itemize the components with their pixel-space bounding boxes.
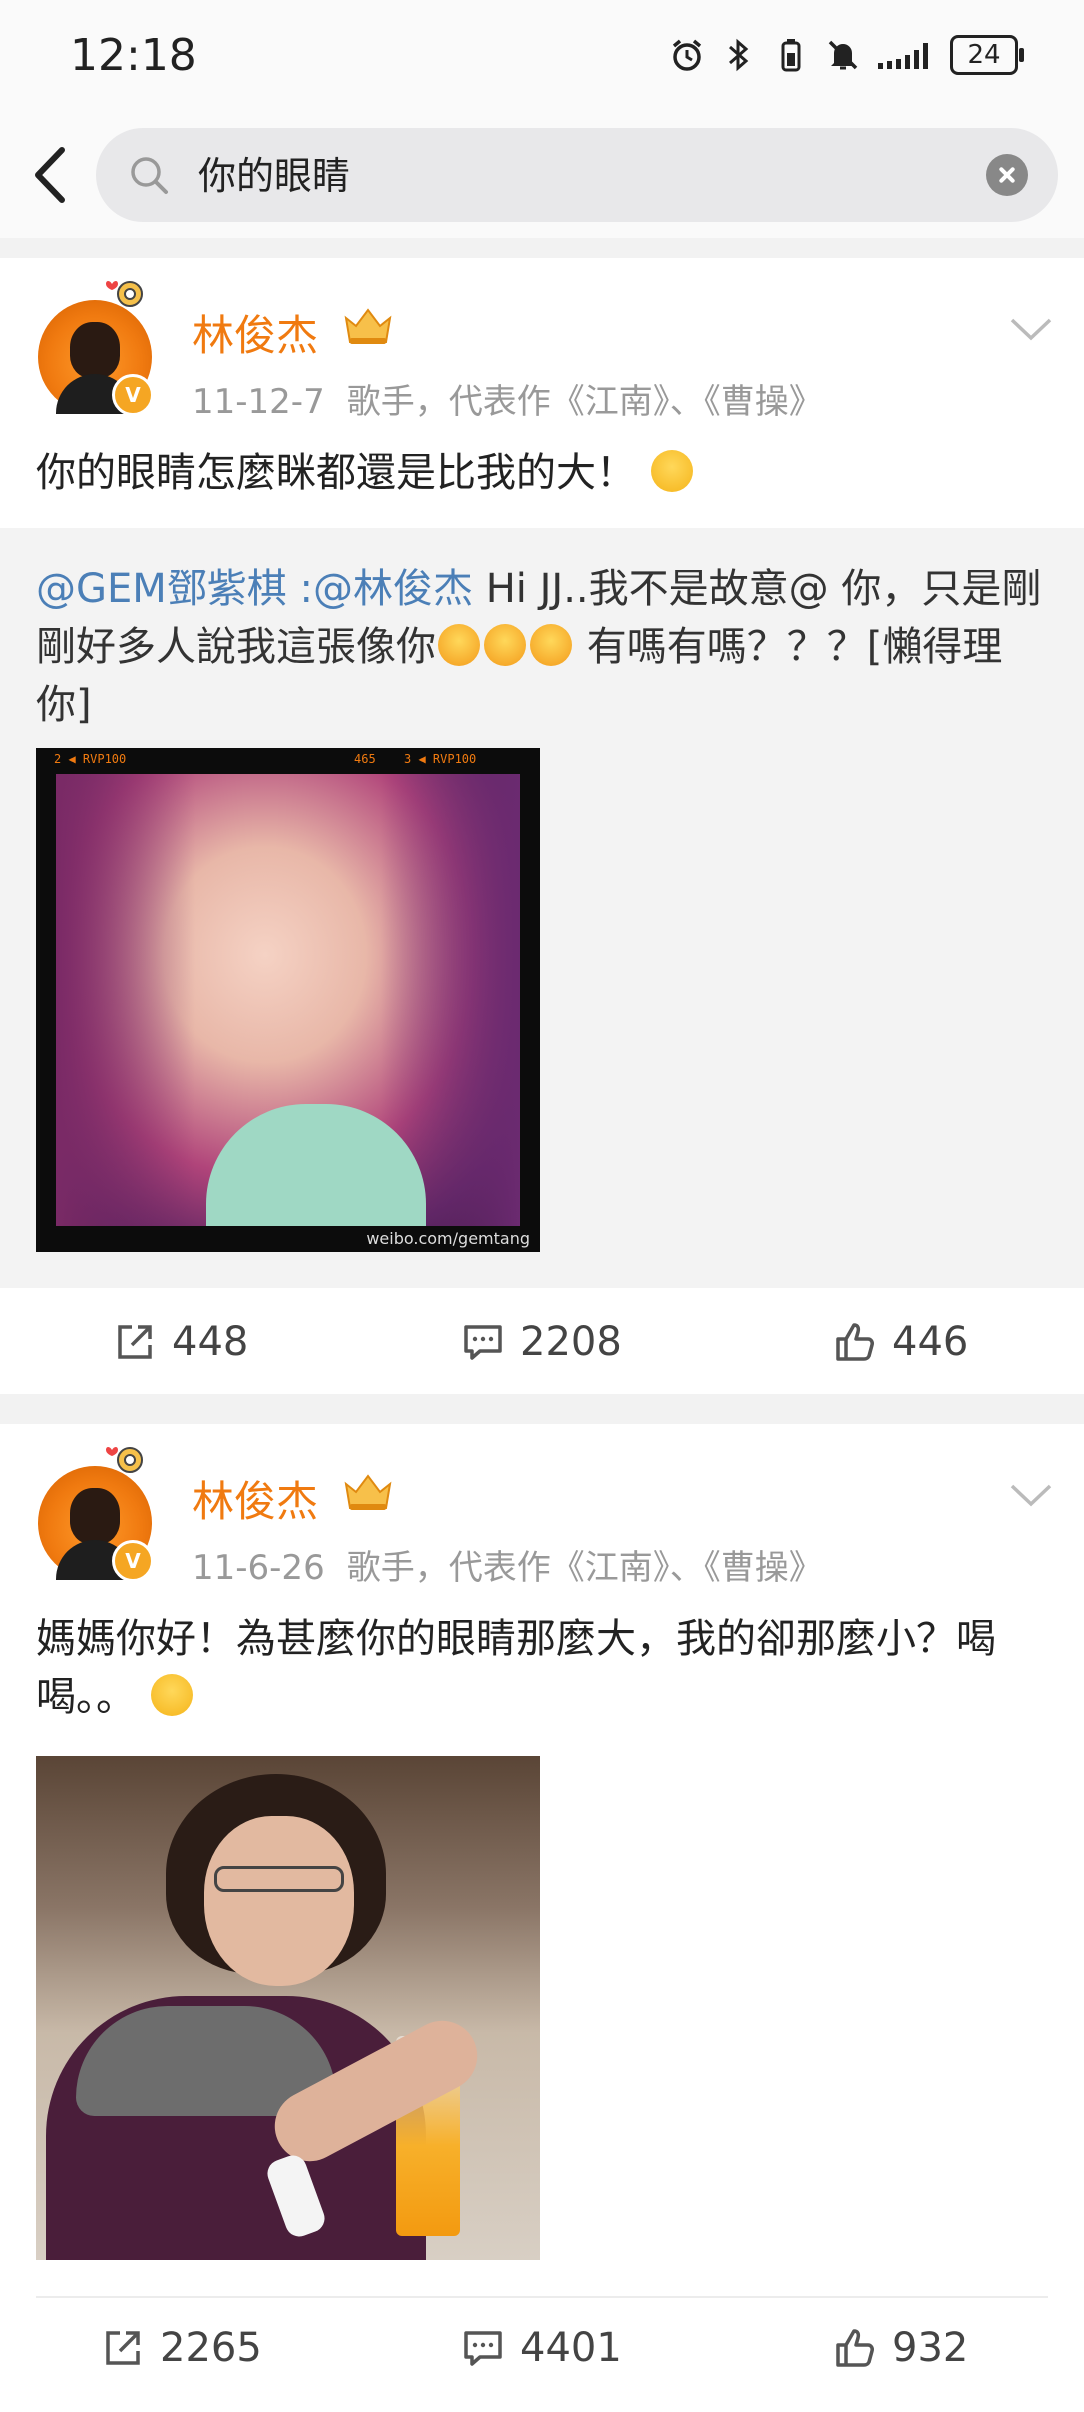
verified-badge-icon: V (112, 374, 154, 416)
search-box[interactable] (96, 128, 1058, 222)
vip-crown-icon (344, 308, 392, 344)
like-count: 446 (892, 1319, 969, 1365)
mute-icon (824, 36, 862, 74)
avatar[interactable]: V (38, 281, 154, 416)
like-count: 932 (892, 2325, 969, 2371)
repost-count: 448 (172, 1319, 249, 1365)
avatar-decoration-icon (106, 1447, 143, 1473)
post-text: 你的眼睛怎麼眯都還是比我的大！ (36, 444, 1046, 502)
comment-count: 2208 (520, 1319, 622, 1365)
post-text: 媽媽你好！為甚麼你的眼睛那麼大，我的卻那麼小？喝喝。。 (36, 1610, 996, 1726)
repost-button[interactable]: 448 (112, 1292, 248, 1392)
author-bio: 歌手，代表作《江南》、《曹操》 (346, 382, 823, 422)
photo-watermark: weibo.com/gemtang (366, 1229, 530, 1248)
back-arrow-icon[interactable] (22, 140, 92, 210)
post-text-content: 你的眼睛怎麼眯都還是比我的大！ (36, 450, 636, 496)
repost-button[interactable]: 2265 (100, 2298, 262, 2398)
sweat-emoji (150, 1674, 193, 1716)
repost-icon (106, 2331, 140, 2365)
alarm-icon (668, 36, 706, 74)
thumbs-up-icon (836, 2329, 874, 2367)
like-button[interactable]: 932 (832, 2298, 968, 2398)
laugh-emoji (530, 624, 572, 666)
search-icon (128, 154, 170, 196)
repost-text: @GEM鄧紫棋 :@林俊杰 Hi JJ..我不是故意@ 你，只是剛剛好多人說我這… (36, 566, 1042, 728)
post-date: 11-12-7 (192, 382, 325, 422)
post-card[interactable]: V 林俊杰 11-6-26 歌手，代表作《江南》、《曹操》 媽媽你好！為甚麼你的眼… (0, 1424, 1084, 2412)
avatar-decoration-icon (106, 281, 143, 307)
avatar[interactable]: V (38, 1447, 154, 1582)
post-meta: 11-6-26 歌手，代表作《江南》、《曹操》 (192, 1540, 823, 1589)
post-photo[interactable] (36, 1756, 540, 2260)
status-time: 12:18 (70, 30, 197, 81)
search-bar (0, 112, 1084, 238)
repost-icon (118, 1325, 152, 1359)
comment-icon (464, 1325, 502, 1360)
chevron-down-icon[interactable] (1008, 314, 1054, 344)
mention-link[interactable]: @林俊杰 (313, 566, 473, 612)
post-actions: 448 2208 446 (0, 1292, 1084, 1392)
repost-count: 2265 (160, 2325, 262, 2371)
laugh-emoji (484, 624, 526, 666)
verified-badge-icon: V (112, 1540, 154, 1582)
status-icons: 24 (668, 32, 1024, 78)
comment-button[interactable]: 4401 (460, 2298, 622, 2398)
search-input[interactable] (196, 146, 960, 206)
post-photo[interactable]: 2 ◀ RVP100 465 3 ◀ RVP100 weibo.com/gemt… (36, 748, 540, 1252)
bluetooth-icon (720, 36, 758, 74)
like-button[interactable]: 446 (832, 1292, 968, 1392)
signal-icon (876, 36, 936, 74)
comment-button[interactable]: 2208 (460, 1292, 622, 1392)
vip-crown-icon (344, 1474, 392, 1510)
post-author[interactable]: 林俊杰 (192, 302, 318, 363)
chevron-down-icon[interactable] (1008, 1480, 1054, 1510)
thumbs-up-icon (836, 1323, 874, 1361)
grin-emoji (650, 450, 693, 492)
post-meta: 11-12-7 歌手，代表作《江南》、《曹操》 (192, 374, 823, 423)
post-author[interactable]: 林俊杰 (192, 1468, 318, 1529)
battery-icon: 24 (950, 35, 1024, 75)
post-date: 11-6-26 (192, 1548, 325, 1588)
post-actions: 2265 4401 932 (0, 2298, 1084, 2398)
clear-icon[interactable] (986, 154, 1028, 196)
battery-saver-icon (772, 36, 810, 74)
author-bio: 歌手，代表作《江南》、《曹操》 (346, 1548, 823, 1588)
photo-film-bar: 2 ◀ RVP100 465 3 ◀ RVP100 (54, 752, 477, 766)
laugh-emoji (438, 624, 480, 666)
post-card[interactable]: V 林俊杰 11-12-7 歌手，代表作《江南》、《曹操》 你的眼睛怎麼眯都還是比… (0, 258, 1084, 1394)
comment-icon (464, 2331, 502, 2366)
mention-link[interactable]: @GEM鄧紫棋 (36, 566, 287, 612)
comment-count: 4401 (520, 2325, 622, 2371)
status-bar: 12:18 24 (0, 0, 1084, 112)
